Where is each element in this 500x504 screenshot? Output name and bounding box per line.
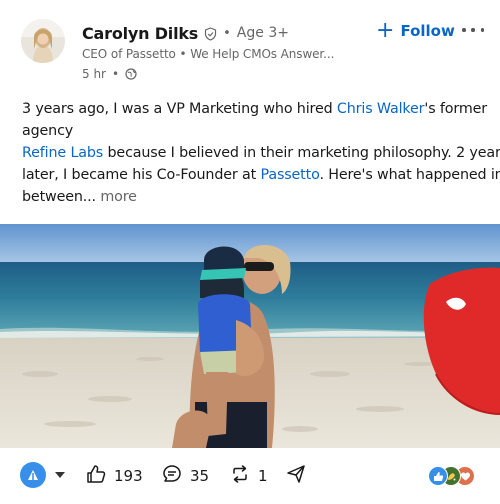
- post-header: Carolyn Dilks • Age 3+ CEO of Passetto •…: [0, 0, 500, 90]
- post-image[interactable]: [0, 224, 500, 448]
- comment-icon: [162, 464, 190, 488]
- post-text: because I believed in their marketing ph…: [103, 145, 500, 161]
- follow-button[interactable]: + Follow: [376, 19, 455, 43]
- mention-refine-labs[interactable]: Refine Labs: [22, 145, 103, 161]
- comment-button[interactable]: 35: [162, 462, 209, 490]
- like-button[interactable]: 193: [86, 462, 143, 490]
- more-dot-icon: [471, 28, 475, 32]
- post-text: agency: [22, 123, 74, 139]
- connection-degree: Age 3+: [236, 25, 289, 41]
- post-actions-bar: 193 35 1: [0, 452, 500, 500]
- repost-count: 1: [258, 467, 268, 485]
- post-text: . Here's what happened in: [319, 167, 500, 183]
- plus-icon: +: [376, 18, 395, 43]
- post-line: later, I became his Co-Founder at Passet…: [22, 164, 500, 186]
- repost-button[interactable]: 1: [230, 462, 268, 490]
- author-headline: CEO of Passetto • We Help CMOs Answer...: [82, 47, 335, 61]
- post-line: agency: [22, 120, 484, 142]
- repost-icon: [230, 464, 258, 488]
- post-text: later, I became his Co-Founder at: [22, 167, 261, 183]
- chevron-down-icon[interactable]: [55, 472, 65, 478]
- comment-count: 35: [190, 467, 210, 485]
- mention-passetto[interactable]: Passetto: [261, 167, 320, 183]
- post-line: between... more: [22, 186, 484, 208]
- post-meta: 5 hr •: [82, 67, 137, 81]
- post-line: 3 years ago, I was a VP Marketing who hi…: [22, 98, 488, 120]
- post-text: between...: [22, 189, 96, 205]
- author-name[interactable]: Carolyn Dilks: [82, 24, 198, 43]
- post-line: Refine Labs because I believed in their …: [22, 142, 500, 164]
- name-separator: •: [223, 25, 231, 41]
- follow-label: Follow: [400, 22, 455, 40]
- post-body: 3 years ago, I was a VP Marketing who hi…: [22, 98, 500, 208]
- more-options-button[interactable]: [462, 20, 484, 40]
- globe-icon: [125, 68, 137, 80]
- send-icon: [286, 464, 314, 488]
- like-count: 193: [114, 467, 143, 485]
- more-dot-icon: [462, 28, 466, 32]
- post-text: 3 years ago, I was a VP Marketing who hi…: [22, 101, 337, 117]
- more-dot-icon: [480, 28, 484, 32]
- time-separator: •: [112, 67, 120, 81]
- post-time: 5 hr: [82, 67, 106, 81]
- mention-chris-walker[interactable]: Chris Walker: [337, 101, 425, 117]
- reaction-selector-button[interactable]: [20, 462, 46, 488]
- avatar[interactable]: [21, 19, 65, 63]
- see-more-link[interactable]: more: [96, 189, 137, 205]
- author-name-row: Carolyn Dilks • Age 3+: [82, 22, 289, 44]
- like-reaction-icon: [428, 466, 448, 486]
- reactions-summary[interactable]: [428, 466, 476, 486]
- like-icon: [86, 464, 114, 488]
- send-button[interactable]: [286, 462, 314, 490]
- post-text: 's former: [424, 101, 488, 117]
- verified-shield-icon: [204, 26, 217, 41]
